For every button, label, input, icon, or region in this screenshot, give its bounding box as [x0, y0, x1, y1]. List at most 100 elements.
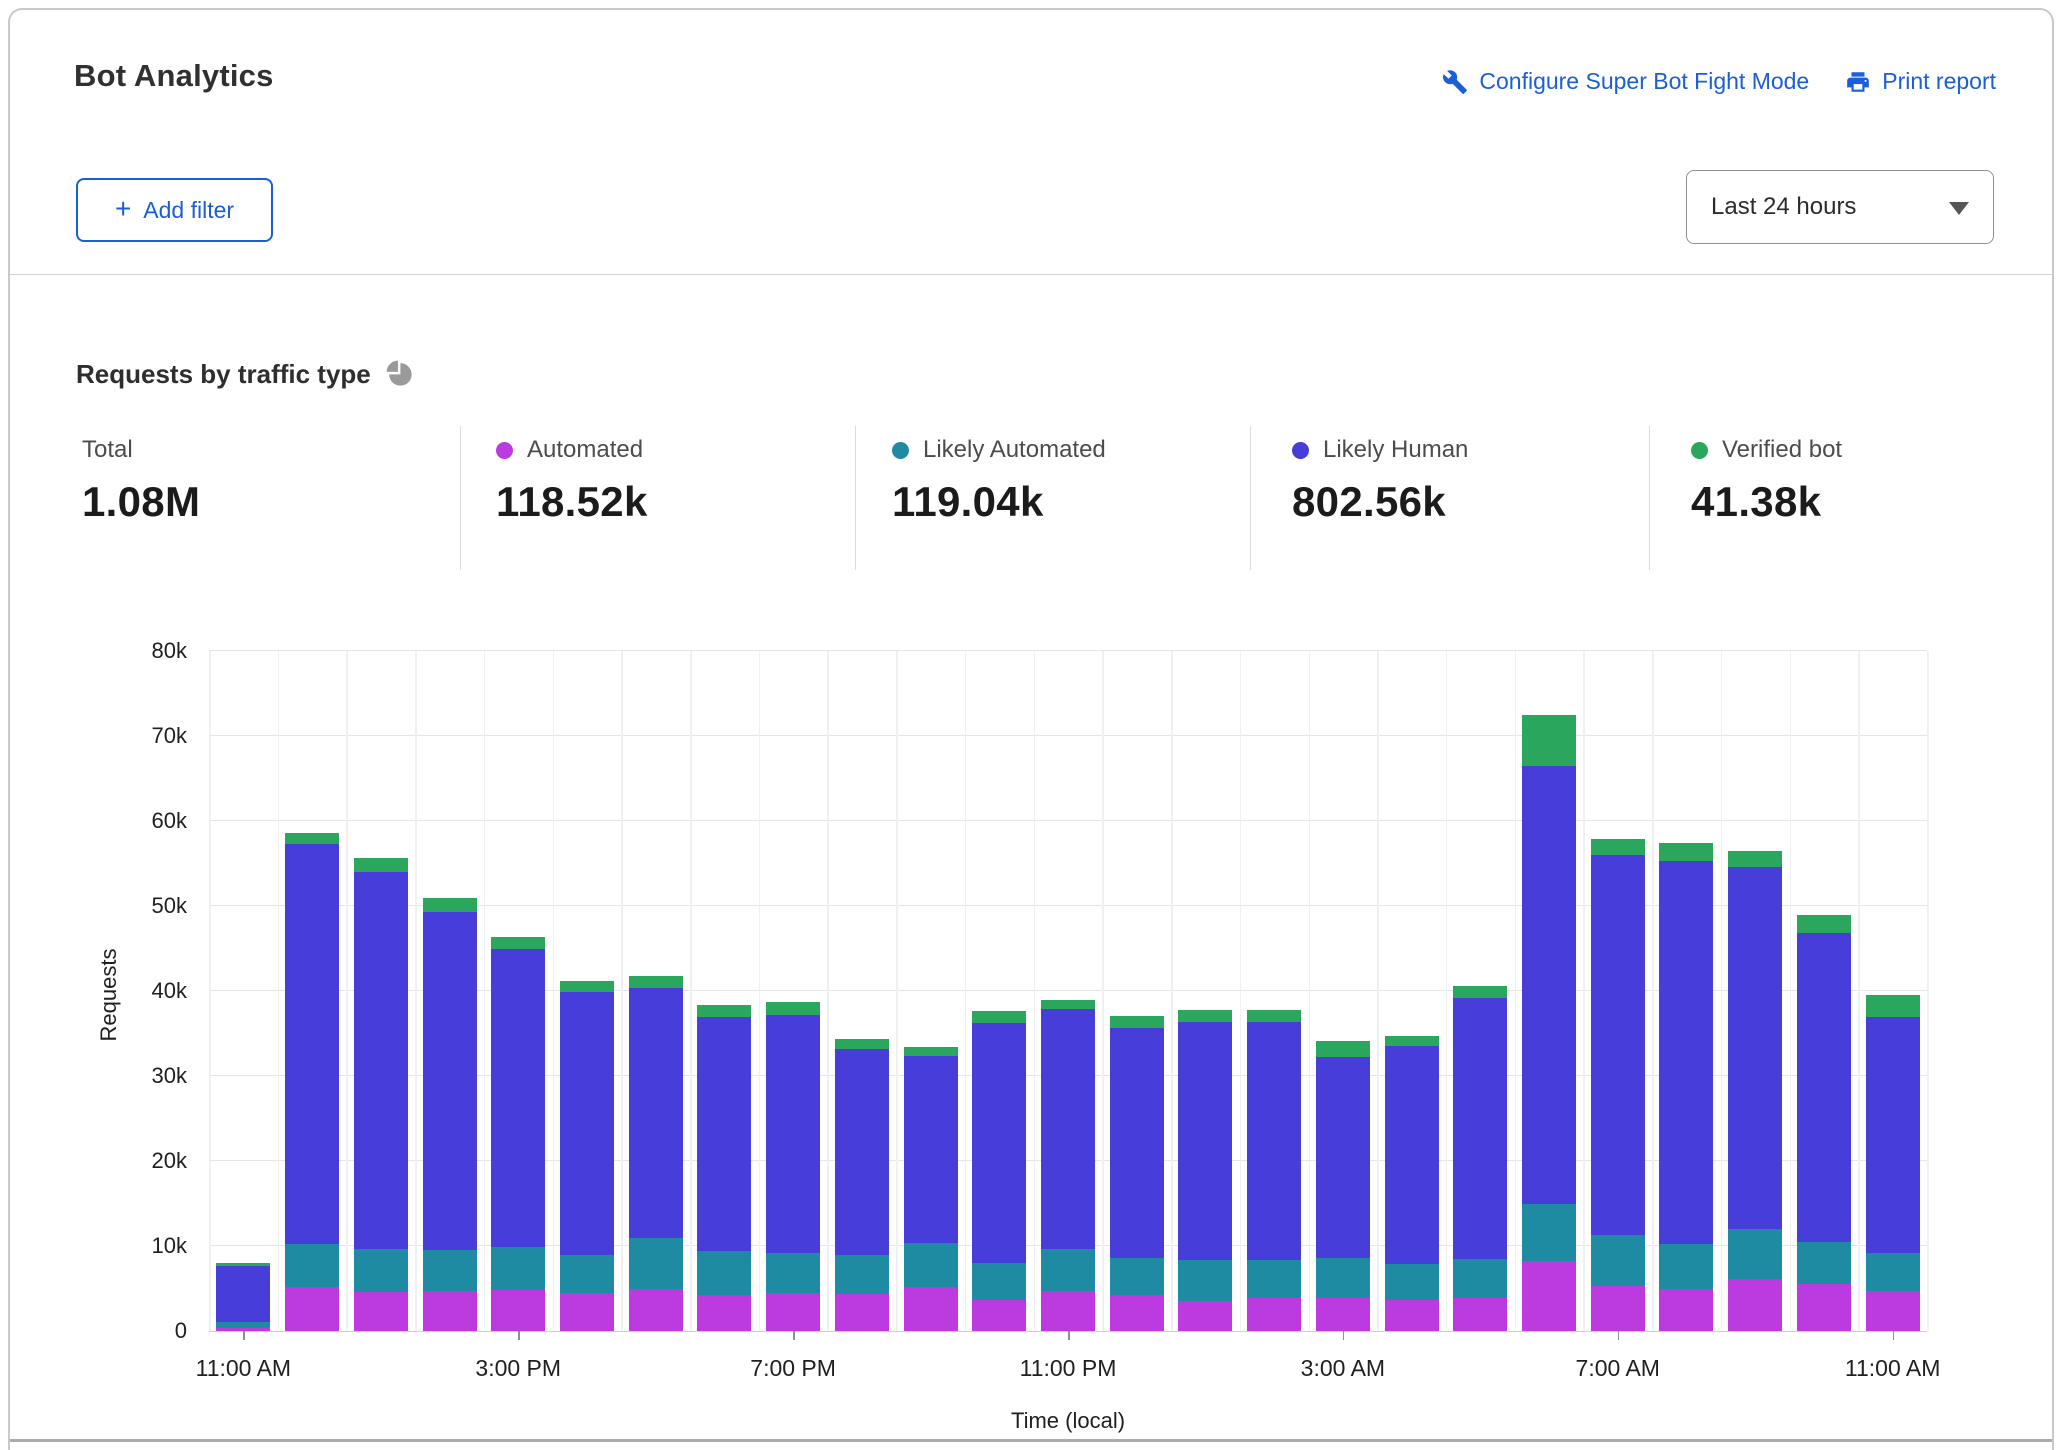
- segment-likely-human: [972, 1023, 1026, 1263]
- stacked-bar-9-00-pm[interactable]: [904, 651, 958, 1331]
- segment-automated: [697, 1295, 751, 1331]
- segment-likely-human: [629, 988, 683, 1238]
- stacked-bar-11-00-am[interactable]: [216, 651, 270, 1331]
- stacked-bar-3-00-am[interactable]: [1316, 651, 1370, 1331]
- stacked-bar-11-00-pm[interactable]: [1041, 651, 1095, 1331]
- segment-likely-automated: [629, 1238, 683, 1289]
- stat-label: Automated: [527, 436, 643, 464]
- segment-automated: [629, 1289, 683, 1331]
- segment-likely-human: [491, 949, 545, 1247]
- stacked-bar-7-00-am[interactable]: [1591, 651, 1645, 1331]
- y-tick-label: 20k: [107, 1148, 187, 1174]
- bar-slot: [1721, 651, 1790, 1331]
- segment-automated: [1659, 1289, 1713, 1331]
- stat-automated: Automated118.52k: [460, 426, 855, 570]
- segment-automated: [285, 1287, 339, 1331]
- stat-value: 1.08M: [82, 478, 460, 526]
- stat-label: Likely Automated: [923, 436, 1106, 464]
- stacked-bar-9-00-am[interactable]: [1728, 651, 1782, 1331]
- segment-likely-human: [1522, 766, 1576, 1205]
- segment-automated: [1453, 1298, 1507, 1331]
- stacked-bar-3-00-pm[interactable]: [491, 651, 545, 1331]
- segment-verified-bot: [697, 1005, 751, 1017]
- bar-slot: [484, 651, 553, 1331]
- segment-automated: [1866, 1291, 1920, 1331]
- segment-likely-automated: [423, 1250, 477, 1291]
- segment-verified-bot: [1797, 915, 1851, 934]
- bar-slot: [346, 651, 415, 1331]
- stacked-bar-5-00-pm[interactable]: [629, 651, 683, 1331]
- segment-verified-bot: [1041, 1000, 1095, 1009]
- segment-automated: [766, 1293, 820, 1331]
- x-tick-label: 7:00 AM: [1576, 1355, 1660, 1382]
- segment-verified-bot: [423, 898, 477, 912]
- section-title: Requests by traffic type: [76, 359, 371, 390]
- segment-likely-automated: [972, 1263, 1026, 1300]
- y-tick-label: 0: [107, 1318, 187, 1344]
- page-title: Bot Analytics: [74, 58, 274, 94]
- x-tick: [793, 1331, 795, 1340]
- x-tick: [1068, 1331, 1070, 1340]
- segment-likely-automated: [491, 1247, 545, 1290]
- stacked-bar-8-00-pm[interactable]: [835, 651, 889, 1331]
- segment-automated: [491, 1290, 545, 1331]
- stacked-bar-12-00-am[interactable]: [1110, 651, 1164, 1331]
- segment-verified-bot: [1866, 995, 1920, 1017]
- segment-likely-human: [423, 912, 477, 1250]
- x-tick-label: 11:00 AM: [196, 1355, 291, 1382]
- stacked-bar-1-00-pm[interactable]: [354, 651, 408, 1331]
- stacked-bar-2-00-pm[interactable]: [423, 651, 477, 1331]
- legend-dot: [1691, 442, 1708, 459]
- stats-row: Total1.08MAutomated118.52kLikely Automat…: [82, 426, 1996, 570]
- segment-automated: [1591, 1286, 1645, 1331]
- stat-value: 119.04k: [892, 478, 1250, 526]
- x-tick: [518, 1331, 520, 1340]
- x-tick: [1893, 1331, 1895, 1340]
- stacked-bar-10-00-am[interactable]: [1797, 651, 1851, 1331]
- bar-slot: [553, 651, 622, 1331]
- stacked-bar-8-00-am[interactable]: [1659, 651, 1713, 1331]
- segment-likely-automated: [1178, 1260, 1232, 1301]
- segment-verified-bot: [766, 1002, 820, 1015]
- stacked-bar-7-00-pm[interactable]: [766, 651, 820, 1331]
- configure-super-bot-fight-mode-link[interactable]: Configure Super Bot Fight Mode: [1442, 68, 1809, 95]
- segment-likely-human: [1453, 998, 1507, 1259]
- segment-automated: [835, 1294, 889, 1331]
- segment-likely-automated: [1797, 1242, 1851, 1285]
- segment-likely-human: [1247, 1022, 1301, 1260]
- stacked-bar-12-00-pm[interactable]: [285, 651, 339, 1331]
- bar-slot: [621, 651, 690, 1331]
- stacked-bar-4-00-am[interactable]: [1385, 651, 1439, 1331]
- stat-label: Likely Human: [1323, 436, 1468, 464]
- segment-automated: [1247, 1298, 1301, 1331]
- stacked-bar-6-00-pm[interactable]: [697, 651, 751, 1331]
- stacked-bar-10-00-pm[interactable]: [972, 651, 1026, 1331]
- segment-likely-automated: [1041, 1249, 1095, 1291]
- segment-likely-human: [1659, 861, 1713, 1244]
- segment-likely-human: [835, 1049, 889, 1255]
- stacked-bar-11-00-am[interactable]: [1866, 651, 1920, 1331]
- stacked-bar-5-00-am[interactable]: [1453, 651, 1507, 1331]
- segment-verified-bot: [1178, 1010, 1232, 1022]
- stacked-bar-2-00-am[interactable]: [1247, 651, 1301, 1331]
- segment-verified-bot: [1247, 1010, 1301, 1022]
- stat-likely-automated: Likely Automated 119.04k: [855, 426, 1250, 570]
- segment-likely-human: [1591, 855, 1645, 1235]
- segment-likely-automated: [1591, 1235, 1645, 1286]
- stacked-bar-4-00-pm[interactable]: [560, 651, 614, 1331]
- stacked-bar-6-00-am[interactable]: [1522, 651, 1576, 1331]
- segment-automated: [560, 1293, 614, 1331]
- segment-verified-bot: [835, 1039, 889, 1048]
- gridline: [1927, 651, 1929, 1331]
- segment-verified-bot: [560, 981, 614, 992]
- stacked-bar-1-00-am[interactable]: [1178, 651, 1232, 1331]
- print-report-link[interactable]: Print report: [1845, 68, 1996, 95]
- segment-likely-human: [1178, 1022, 1232, 1261]
- requests-chart: 010k20k30k40k50k60k70k80k11:00 AM3:00 PM…: [209, 651, 1927, 1332]
- add-filter-button[interactable]: + Add filter: [76, 178, 273, 242]
- time-range-select[interactable]: Last 24 hours: [1686, 170, 1994, 244]
- printer-icon: [1845, 69, 1871, 95]
- segment-verified-bot: [1522, 715, 1576, 766]
- bar-slot: [1446, 651, 1515, 1331]
- stat-total: Total1.08M: [82, 426, 460, 570]
